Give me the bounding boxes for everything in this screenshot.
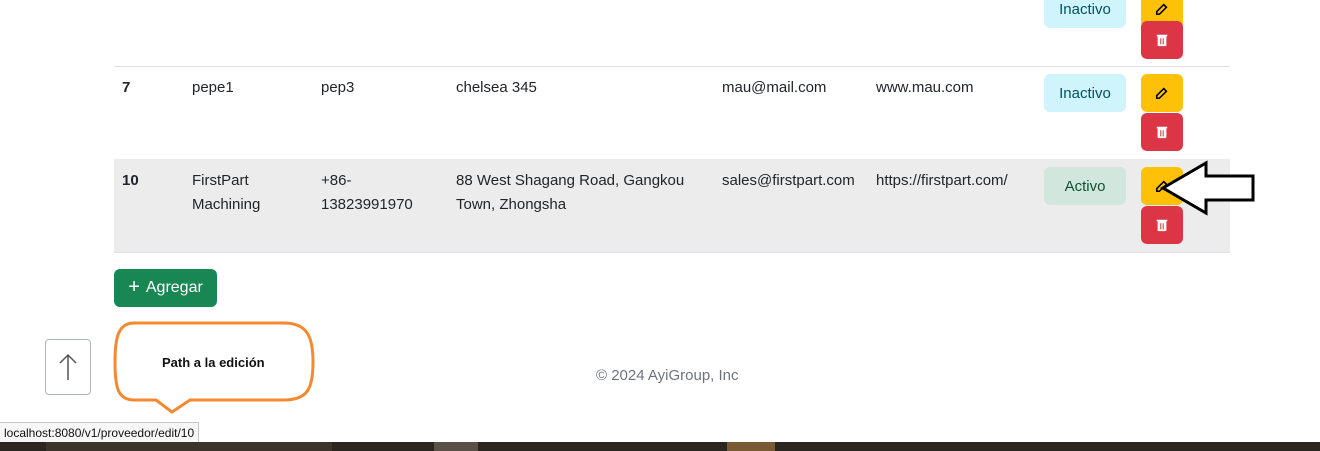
taskbar-item[interactable] [727,442,775,451]
table-row: Inactivo [114,0,1230,67]
cell-phone: pep3 [321,79,355,96]
trash-icon [1156,34,1168,47]
delete-button[interactable] [1141,113,1183,151]
cell-address: chelsea 345 [456,79,537,96]
plus-icon: + [128,276,140,298]
taskbar [0,442,1320,451]
edit-icon [1155,3,1168,16]
cell-name: pepe1 [192,79,234,96]
arrow-up-icon [59,353,77,380]
cell-web: www.mau.com [876,79,974,96]
trash-icon [1156,126,1168,139]
status-badge: Inactivo [1044,0,1126,28]
taskbar-item[interactable] [434,442,478,451]
annotation-speech-bubble [113,321,315,414]
edit-icon [1155,87,1168,100]
add-button-label: Agregar [145,279,203,296]
status-badge: Activo [1044,167,1126,205]
delete-button[interactable] [1141,21,1183,59]
cell-email: sales@firstpart.com [722,172,855,189]
cell-name: FirstPart Machining [192,172,261,213]
footer-copyright: © 2024 AyiGroup, Inc [596,367,739,384]
cell-email: mau@mail.com [722,79,827,96]
table-row: 7 pepe1 pep3 chelsea 345 mau@mail.com ww… [114,66,1230,160]
status-badge: Inactivo [1044,74,1126,112]
table-row: 10 FirstPart Machining +86-13823991970 8… [114,159,1230,253]
status-bar-url: localhost:8080/v1/proveedor/edit/10 [0,422,200,444]
cell-phone: +86-13823991970 [321,172,413,213]
taskbar-item[interactable] [46,442,332,451]
pointer-arrow-annotation [1160,160,1255,216]
cell-address: 88 West Shagang Road, Gangkou Town, Zhon… [456,172,685,213]
edit-button[interactable] [1141,74,1183,112]
trash-icon [1156,219,1168,232]
annotation-text: Path a la edición [162,355,265,370]
scroll-top-button[interactable] [45,339,91,395]
cell-id: 7 [122,79,131,96]
add-button[interactable]: + Agregar [114,269,217,307]
cell-web: https://firstpart.com/ [876,172,1008,189]
cell-id: 10 [122,172,139,189]
